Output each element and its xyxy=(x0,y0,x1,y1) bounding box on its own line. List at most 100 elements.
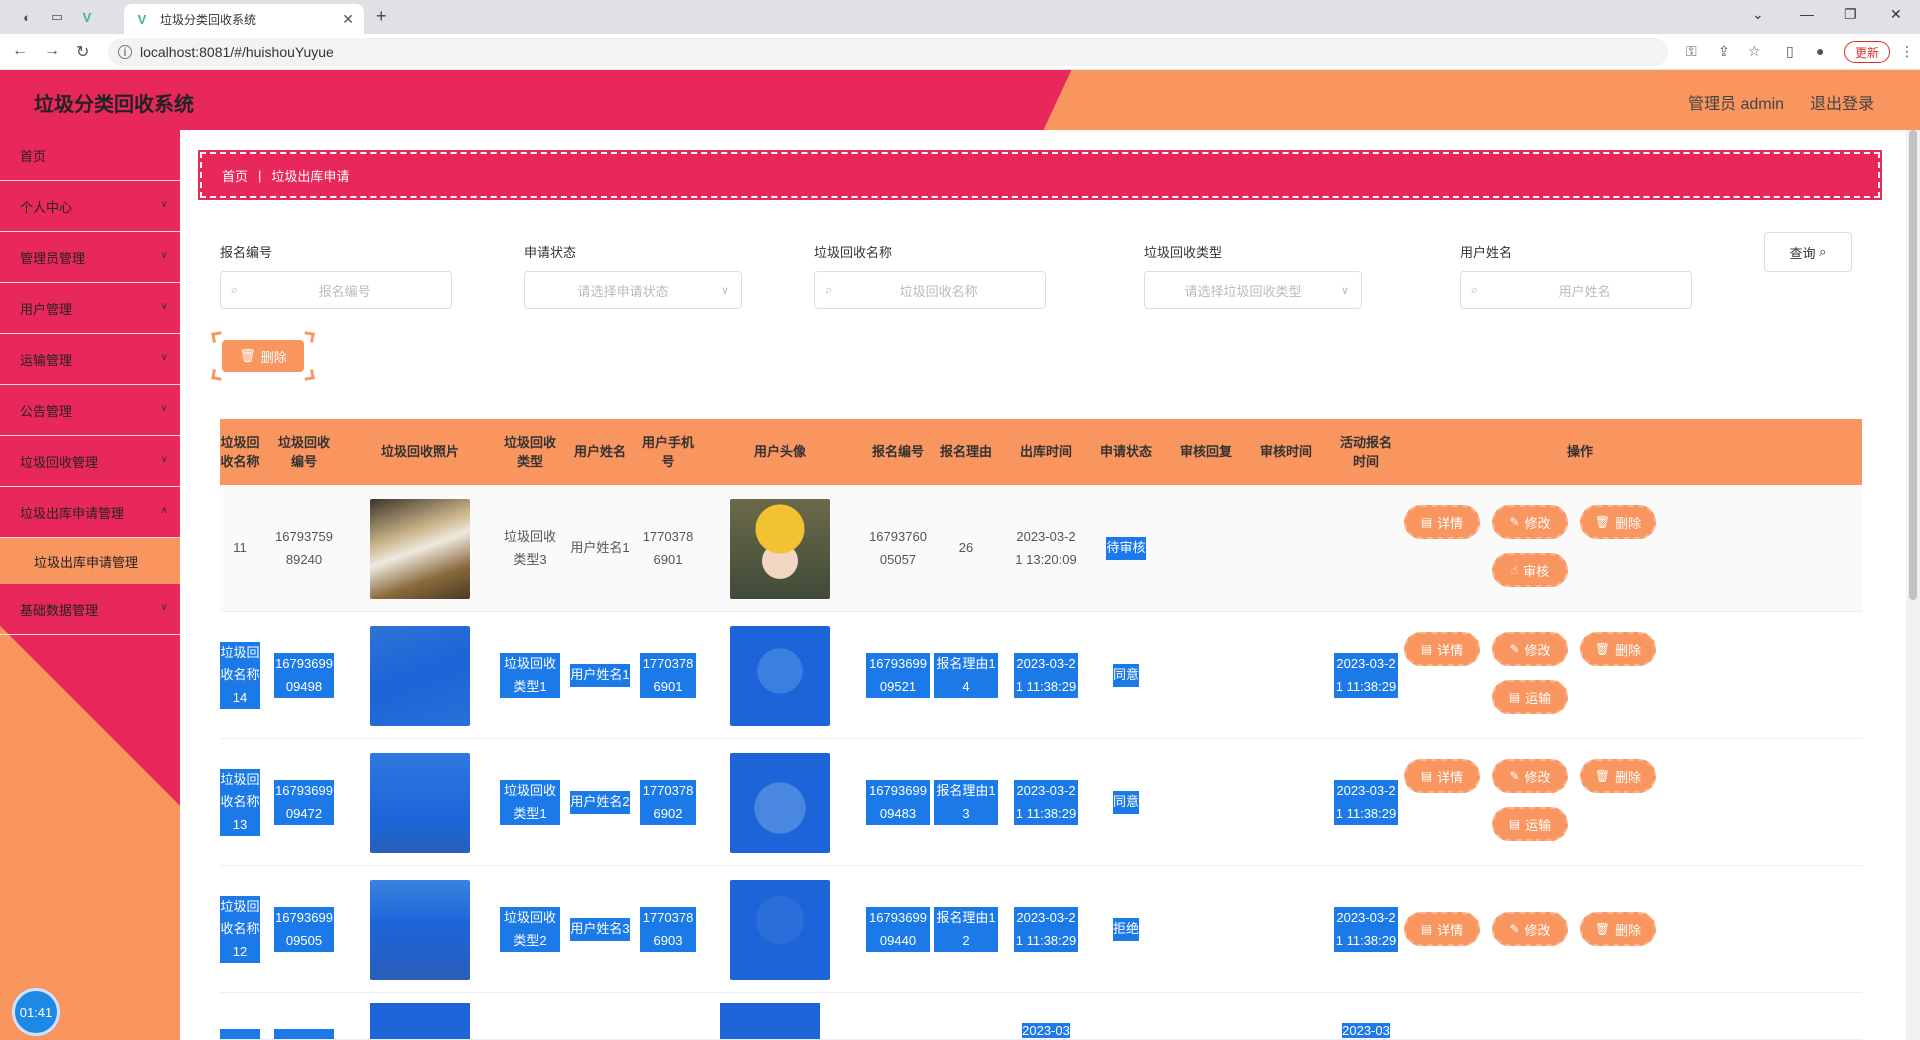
tab-search-icon[interactable]: ⌄ xyxy=(1752,6,1764,23)
status-select[interactable]: 请选择申请状态 ∨ xyxy=(524,271,742,309)
sidebar: 首页 个人中心 ∨ 管理员管理 ∨ 用户管理 ∨ 运输管理 ∨ 公告管理 ∨ 垃圾回收管理… xyxy=(0,130,180,1040)
forward-icon[interactable]: → xyxy=(44,42,60,60)
sidepanel-icon[interactable]: ▯ xyxy=(1786,43,1794,60)
cell-type: 垃圾回收类型1 xyxy=(500,739,560,866)
timer-badge[interactable]: 01:41 xyxy=(12,988,60,1036)
detail-button[interactable]: ▤ 详情 xyxy=(1404,505,1480,539)
photo-selected[interactable] xyxy=(370,1003,470,1039)
browser-tab-bar: ◐ ▭ V V 垃圾分类回收系统 ✕ + ⌄ — ❐ ✕ xyxy=(0,0,1920,34)
delete-button[interactable]: 🗑 删除 xyxy=(1580,759,1656,793)
sidebar-item-notices[interactable]: 公告管理 ∨ xyxy=(0,385,180,436)
close-window-icon[interactable]: ✕ xyxy=(1890,6,1902,23)
key-icon[interactable]: ⚿ xyxy=(1686,43,1697,60)
cell-user: 用户姓名2 xyxy=(570,739,630,866)
sidebar-item-profile[interactable]: 个人中心 ∨ xyxy=(0,181,180,232)
new-tab-icon[interactable]: + xyxy=(376,6,387,27)
col-header: 用户头像 xyxy=(753,444,806,460)
col-header: 报名编号 xyxy=(871,444,924,460)
vue-tab-icon[interactable]: V xyxy=(76,6,98,28)
reload-icon[interactable]: ↻ xyxy=(76,42,89,62)
cell-avatar xyxy=(720,866,840,993)
bookmark-star-icon[interactable]: ☆ xyxy=(1748,43,1761,60)
table-row[interactable]: 2023-03 2023-03 xyxy=(220,993,1862,1040)
chevron-down-icon: ∨ xyxy=(160,301,168,312)
breadcrumb-home[interactable]: 首页 xyxy=(222,166,248,185)
detail-button[interactable]: ▤ 详情 xyxy=(1404,912,1480,946)
sidebar-item-home[interactable]: 首页 xyxy=(0,130,180,181)
cell-phone: 17703786901 xyxy=(642,529,694,567)
avatar-image[interactable] xyxy=(720,1003,820,1039)
site-info-icon[interactable]: i xyxy=(118,45,132,59)
avatar-image[interactable] xyxy=(730,752,830,853)
update-button[interactable]: 更新 xyxy=(1844,41,1891,63)
col-header: 用户手机号 xyxy=(641,434,694,470)
profile-icon[interactable]: ● xyxy=(1816,43,1824,59)
delete-button[interactable]: 🗑 删除 xyxy=(1580,912,1656,946)
share-icon[interactable]: ⇪ xyxy=(1718,43,1730,60)
col-header: 垃圾回收名称 xyxy=(220,434,260,470)
cell-code: 1679375989240 xyxy=(275,529,333,567)
photo-selected[interactable] xyxy=(370,752,470,853)
cell-name: 垃圾回收名称13 xyxy=(220,739,260,866)
edit-button[interactable]: ✎ 修改 xyxy=(1492,505,1568,539)
sidebar-item-outbound[interactable]: 垃圾出库申请管理 ∧ xyxy=(0,487,180,538)
avatar-image[interactable] xyxy=(730,625,830,726)
page-scrollbar[interactable] xyxy=(1906,130,1920,1040)
pinned-tab-icon[interactable]: ◐ xyxy=(16,6,38,28)
name-input[interactable]: ⌕ 垃圾回收名称 xyxy=(814,271,1046,309)
scrollbar-thumb[interactable] xyxy=(1909,130,1917,600)
minimize-icon[interactable]: — xyxy=(1800,6,1814,22)
restore-icon[interactable]: ❐ xyxy=(1844,6,1857,23)
edit-button[interactable]: ✎ 修改 xyxy=(1492,632,1568,666)
cell-name: 垃圾回收名称12 xyxy=(220,866,260,993)
table-row[interactable]: 垃圾回收名称14 1679369909498 垃圾回收类型1 用户姓名1 177… xyxy=(220,612,1862,739)
edit-button[interactable]: ✎ 修改 xyxy=(1492,759,1568,793)
delete-button[interactable]: 🗑 删除 xyxy=(1580,632,1656,666)
waterfall-photo[interactable] xyxy=(370,498,470,599)
close-tab-icon[interactable]: ✕ xyxy=(342,11,354,28)
sidebar-item-admins[interactable]: 管理员管理 ∨ xyxy=(0,232,180,283)
cell-code xyxy=(274,1029,334,1039)
document-icon: ▤ xyxy=(1420,642,1433,656)
sidebar-item-transport[interactable]: 运输管理 ∨ xyxy=(0,334,180,385)
chevron-up-icon: ∧ xyxy=(160,505,168,516)
sidebar-item-recycling[interactable]: 垃圾回收管理 ∨ xyxy=(0,436,180,487)
cell-avatar xyxy=(720,485,840,612)
batch-delete-button[interactable]: 🗑 删除 xyxy=(211,331,315,381)
detail-button[interactable]: ▤ 详情 xyxy=(1404,632,1480,666)
menu-dots-icon[interactable]: ⋮ xyxy=(1900,43,1914,60)
table-row[interactable]: 垃圾回收名称12 1679369909505 垃圾回收类型2 用户姓名3 177… xyxy=(220,866,1862,993)
query-button[interactable]: 查询 ⌕ xyxy=(1764,232,1852,272)
type-select[interactable]: 请选择垃圾回收类型 ∨ xyxy=(1144,271,1362,309)
apply-no-input[interactable]: ⌕ 报名编号 xyxy=(220,271,452,309)
search-icon: ⌕ xyxy=(825,282,833,297)
cell-photo xyxy=(370,866,470,993)
sidebar-item-users[interactable]: 用户管理 ∨ xyxy=(0,283,180,334)
col-header: 报名理由 xyxy=(939,444,992,460)
pinned-tab-icon[interactable]: ▭ xyxy=(46,6,68,28)
photo-selected[interactable] xyxy=(370,625,470,726)
delete-button[interactable]: 🗑 删除 xyxy=(1580,505,1656,539)
sidebar-subitem-outbound-manage[interactable]: 垃圾出库申请管理 xyxy=(0,538,180,584)
photo-selected[interactable] xyxy=(370,879,470,980)
chevron-down-icon: ∨ xyxy=(1340,284,1349,297)
cell-type: 垃圾回收类型1 xyxy=(500,612,560,739)
transport-button[interactable]: ▤ 运输 xyxy=(1492,807,1568,841)
back-icon[interactable]: ← xyxy=(12,42,28,60)
avatar-image[interactable] xyxy=(730,498,830,599)
transport-button[interactable]: ▤ 运输 xyxy=(1492,680,1568,714)
logout-link[interactable]: 退出登录 xyxy=(1810,90,1874,114)
active-tab[interactable]: V 垃圾分类回收系统 ✕ xyxy=(124,4,364,34)
edit-button[interactable]: ✎ 修改 xyxy=(1492,912,1568,946)
audit-button[interactable]: ☝ 审核 xyxy=(1492,553,1568,587)
sidebar-item-basic-data[interactable]: 基础数据管理 ∨ xyxy=(0,584,180,635)
url-field[interactable]: i localhost:8081/#/huishouYuyue xyxy=(108,38,1668,66)
avatar-image[interactable] xyxy=(730,879,830,980)
pencil-icon: ✎ xyxy=(1509,642,1520,656)
cell-photo xyxy=(370,612,470,739)
table-row[interactable]: 垃圾回收名称13 1679369909472 垃圾回收类型1 用户姓名2 177… xyxy=(220,739,1862,866)
detail-button[interactable]: ▤ 详情 xyxy=(1404,759,1480,793)
col-header: 垃圾回收编号 xyxy=(277,434,330,470)
table-row[interactable]: 11 1679375989240 垃圾回收类型3 用户姓名1 177037869… xyxy=(220,485,1862,612)
user-name-input[interactable]: ⌕ 用户姓名 xyxy=(1460,271,1692,309)
